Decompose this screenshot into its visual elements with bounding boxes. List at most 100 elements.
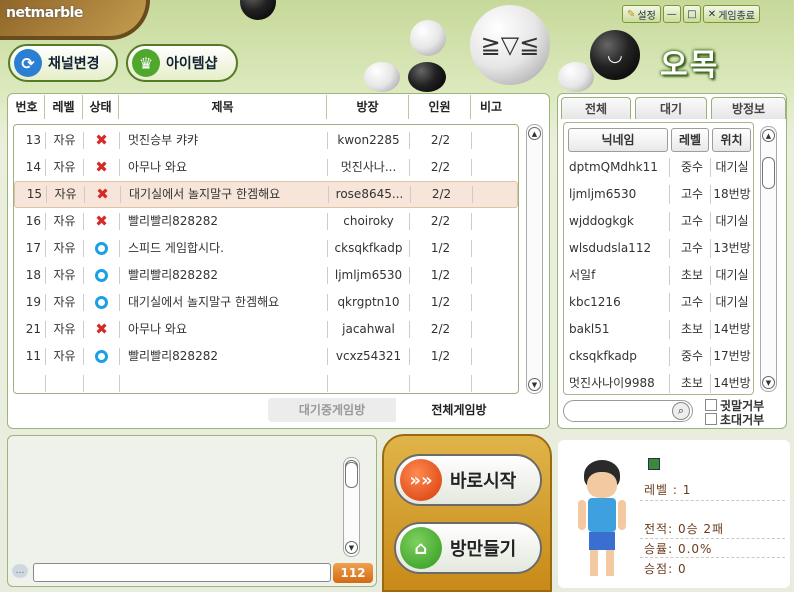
table-row[interactable]: 14 자유 ✖ 아무나 와요 멋진사나... 2/2 xyxy=(14,154,518,181)
scroll-thumb[interactable] xyxy=(762,157,775,189)
whisper-refuse-checkbox[interactable] xyxy=(705,399,717,411)
scroll-thumb[interactable] xyxy=(345,462,358,488)
user-search-input[interactable] xyxy=(570,404,666,418)
user-list-scrollbar[interactable]: ▲ ▼ xyxy=(760,126,777,392)
game-title: 오목 xyxy=(660,48,720,83)
minimize-button[interactable]: — xyxy=(662,5,681,23)
user-nickname: 멋진사나이9988 xyxy=(569,376,655,390)
room-host: cksqkfkadp xyxy=(328,240,410,257)
column-divider xyxy=(669,185,670,204)
room-players: 1/2 xyxy=(410,267,472,284)
list-item[interactable]: kbc1216 고수 대기실 xyxy=(564,289,753,316)
maximize-icon: □ xyxy=(687,8,697,20)
chat-input[interactable] xyxy=(33,563,331,582)
table-row[interactable]: 16 자유 ✖ 빨리빨리828282 choiroky 2/2 xyxy=(14,208,518,235)
header-title[interactable]: 제목 xyxy=(119,95,327,119)
user-header-nickname[interactable]: 닉네임 xyxy=(568,128,668,152)
user-header-level[interactable]: 레벨 xyxy=(671,128,709,152)
tab-room-info[interactable]: 방정보 xyxy=(711,97,786,119)
empty-cell xyxy=(410,375,472,392)
tab-user-all[interactable]: 전체 xyxy=(561,97,631,119)
search-icon[interactable]: ⌕ xyxy=(672,402,690,420)
settings-button[interactable]: ✎ 설정 xyxy=(622,5,661,23)
room-players: 1/2 xyxy=(410,294,472,311)
header-players[interactable]: 인원 xyxy=(409,95,471,119)
scroll-up-icon[interactable]: ▲ xyxy=(528,127,541,140)
room-level: 자유 xyxy=(46,240,84,257)
room-title: 멋진승부 캬캬 xyxy=(120,132,328,149)
room-status xyxy=(84,348,120,365)
room-status: ✖ xyxy=(84,321,120,338)
room-players: 2/2 xyxy=(411,186,473,203)
header-level[interactable]: 레벨 xyxy=(45,95,83,119)
action-panel: »» 바로시작 ⌂ 방만들기 xyxy=(382,434,552,592)
header-note[interactable]: 비고 xyxy=(471,95,511,119)
list-item[interactable]: bakl51 초보 14번방 xyxy=(564,316,753,343)
tab-waiting-rooms[interactable]: 대기중게임방 xyxy=(268,398,396,422)
header-status[interactable]: 상태 xyxy=(83,95,119,119)
chat-scrollbar[interactable]: ▲ ▼ xyxy=(343,457,360,557)
table-row[interactable]: 19 자유 대기실에서 놀지말구 한겜해요 qkrgptn10 1/2 xyxy=(14,289,518,316)
quick-start-label: 바로시작 xyxy=(450,471,517,492)
quick-start-button[interactable]: »» 바로시작 xyxy=(394,454,542,506)
item-shop-button[interactable]: ♛ 아이템샵 xyxy=(126,44,238,82)
list-item[interactable]: ljmljm6530 고수 18번방 xyxy=(564,181,753,208)
chat-log xyxy=(12,440,337,558)
user-header-location[interactable]: 위치 xyxy=(712,128,751,152)
invite-refuse-checkbox[interactable] xyxy=(705,413,717,425)
list-item[interactable]: 서일f 초보 대기실 xyxy=(564,262,753,289)
header-number[interactable]: 번호 xyxy=(9,95,45,119)
header-host[interactable]: 방장 xyxy=(327,95,409,119)
room-players: 1/2 xyxy=(410,240,472,257)
room-host: 멋진사나... xyxy=(328,159,410,176)
full-status-icon: ✖ xyxy=(95,159,108,176)
minimize-icon: — xyxy=(666,8,677,20)
empty-cell xyxy=(472,375,512,392)
table-row[interactable]: 18 자유 빨리빨리828282 ljmljm6530 1/2 xyxy=(14,262,518,289)
user-location: 14번방 xyxy=(713,322,751,336)
list-item[interactable]: dptmQMdhk11 중수 대기실 xyxy=(564,154,753,181)
scroll-down-icon[interactable]: ▼ xyxy=(528,378,541,391)
room-level: 자유 xyxy=(46,321,84,338)
room-title: 아무나 와요 xyxy=(120,321,328,338)
maximize-button[interactable]: □ xyxy=(682,5,701,23)
room-title: 빨리빨리828282 xyxy=(120,267,328,284)
room-players: 2/2 xyxy=(410,159,472,176)
column-divider xyxy=(669,374,670,393)
table-row[interactable]: 21 자유 ✖ 아무나 와요 jacahwal 2/2 xyxy=(14,316,518,343)
tab-user-waiting[interactable]: 대기 xyxy=(635,97,707,119)
column-divider xyxy=(710,266,711,285)
room-note xyxy=(472,240,512,257)
room-level: 자유 xyxy=(47,186,85,203)
list-item[interactable]: wjddogkgk 고수 대기실 xyxy=(564,208,753,235)
table-row[interactable]: 11 자유 빨리빨리828282 vcxz54321 1/2 xyxy=(14,343,518,370)
user-location: 대기실 xyxy=(715,268,749,282)
room-title: 빨리빨리828282 xyxy=(120,348,328,365)
room-note xyxy=(472,159,512,176)
table-row[interactable]: 13 자유 ✖ 멋진승부 캬캬 kwon2285 2/2 xyxy=(14,127,518,154)
table-row-empty xyxy=(14,370,518,397)
profile-divider xyxy=(640,557,785,558)
channel-change-button[interactable]: ⟳ 채널변경 xyxy=(8,44,118,82)
user-nickname: wjddogkgk xyxy=(569,214,634,228)
scroll-down-icon[interactable]: ▼ xyxy=(762,376,775,389)
room-title: 아무나 와요 xyxy=(120,159,328,176)
list-item[interactable]: 멋진사나이9988 초보 14번방 xyxy=(564,370,753,397)
full-status-icon: ✖ xyxy=(95,321,108,338)
scroll-up-icon[interactable]: ▲ xyxy=(762,129,775,142)
scroll-down-icon[interactable]: ▼ xyxy=(345,541,358,554)
make-room-button[interactable]: ⌂ 방만들기 xyxy=(394,522,542,574)
room-title: 대기실에서 놀지말구 한겜해요 xyxy=(120,294,328,311)
tab-all-rooms[interactable]: 전체게임방 xyxy=(398,398,520,422)
profile-record: 전적: 0승 2패 xyxy=(644,522,725,536)
room-status xyxy=(84,240,120,257)
room-title: 대기실에서 놀지말구 한겜해요 xyxy=(121,186,329,203)
list-item[interactable]: cksqkfkadp 중수 17번방 xyxy=(564,343,753,370)
table-row[interactable]: 17 자유 스피드 게임합시다. cksqkfkadp 1/2 xyxy=(14,235,518,262)
table-row[interactable]: 15 자유 ✖ 대기실에서 놀지말구 한겜해요 rose8645... 2/2 xyxy=(14,181,518,208)
room-list-scrollbar[interactable]: ▲ ▼ xyxy=(526,124,543,394)
exit-game-button[interactable]: ✕ 게임종료 xyxy=(702,5,760,23)
room-status xyxy=(84,267,120,284)
list-item[interactable]: wlsdudsla112 고수 13번방 xyxy=(564,235,753,262)
room-title: 스피드 게임합시다. xyxy=(120,240,328,257)
